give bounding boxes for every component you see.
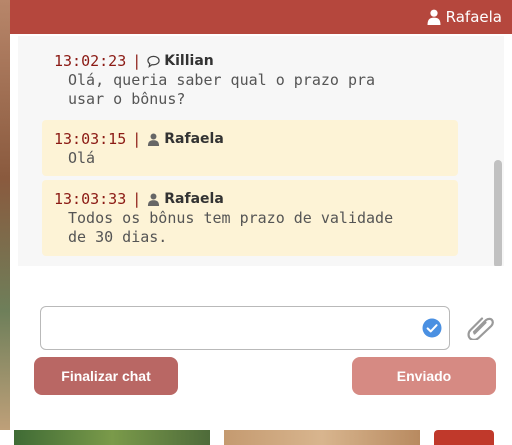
chat-bubble-icon [147, 55, 160, 68]
background-page-bottom [0, 430, 512, 445]
message-text: Olá [68, 149, 96, 167]
user-icon [148, 133, 160, 146]
user-icon [148, 193, 160, 206]
message-header: 13:03:15 | Rafaela [54, 130, 446, 149]
message-separator: | [132, 130, 142, 148]
message-list[interactable]: 13:02:23 | Killian Olá, queria saber qua… [18, 36, 504, 266]
send-button[interactable]: Enviado [352, 357, 496, 395]
message-time: 13:03:15 [54, 130, 127, 148]
scrollbar-thumb[interactable] [494, 160, 502, 266]
chat-window: Rafaela 13:02:23 | Killian Olá, queria s… [10, 0, 512, 430]
composer [40, 306, 500, 352]
chat-message: 13:03:15 | Rafaela Olá [42, 120, 458, 176]
message-separator: | [132, 190, 142, 208]
message-author: Rafaela [164, 191, 224, 207]
message-time: 13:02:23 [54, 52, 127, 70]
check-circle-icon [422, 318, 442, 338]
background-thumbnail [224, 430, 420, 445]
message-text: Olá, queria saber qual o prazo pra usar … [68, 71, 376, 108]
message-time: 13:03:33 [54, 190, 127, 208]
chat-message: 13:03:33 | Rafaela Todos os bônus tem pr… [42, 180, 458, 256]
chat-header: Rafaela [10, 0, 512, 34]
background-thumbnail [14, 430, 210, 445]
message-input[interactable] [40, 306, 450, 350]
message-list-scrollbar[interactable] [492, 42, 502, 266]
header-user-name: Rafaela [445, 8, 502, 26]
message-separator: | [132, 52, 142, 70]
message-text: Todos os bônus tem prazo de validade de … [68, 209, 394, 246]
message-author: Rafaela [164, 131, 224, 147]
message-header: 13:03:33 | Rafaela [54, 190, 446, 209]
user-icon [427, 9, 441, 25]
background-thumbnail [434, 430, 494, 445]
finish-chat-button[interactable]: Finalizar chat [34, 357, 178, 395]
message-header: 13:02:23 | Killian [54, 52, 446, 71]
message-author: Killian [164, 53, 214, 69]
background-page-left [0, 0, 10, 445]
chat-message: 13:02:23 | Killian Olá, queria saber qua… [42, 42, 458, 117]
paperclip-icon[interactable] [464, 310, 496, 340]
